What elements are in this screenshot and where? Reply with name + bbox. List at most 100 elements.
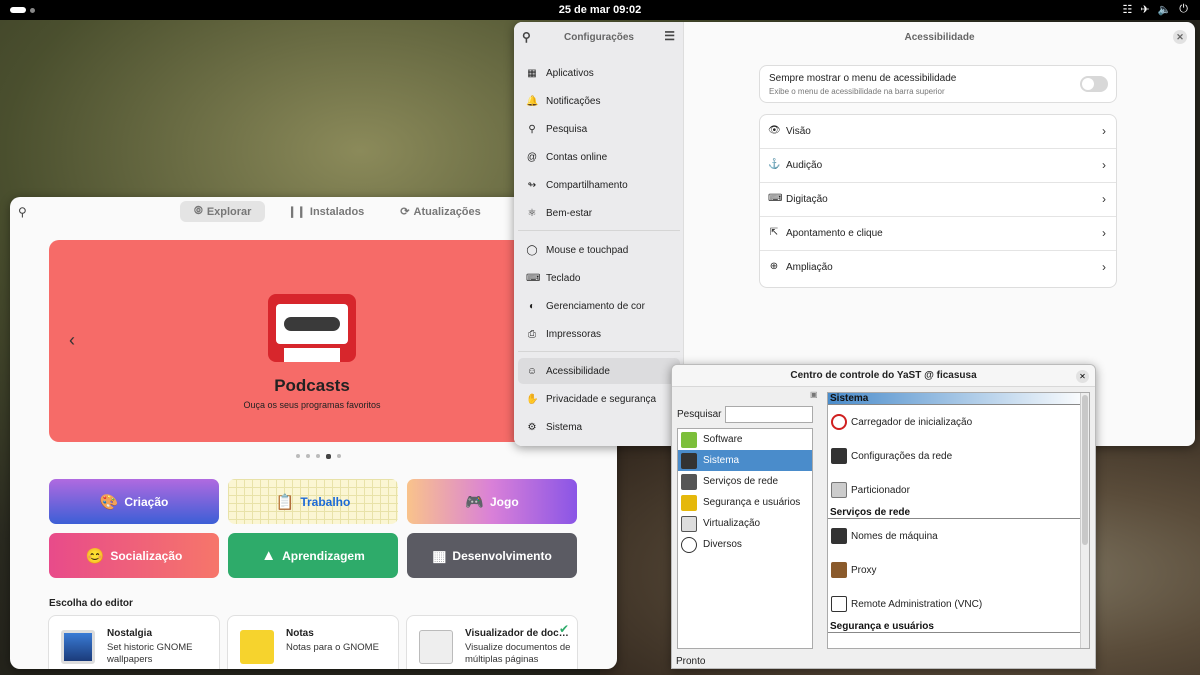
clock[interactable]: 25 de mar 09:02: [0, 4, 1200, 16]
color-icon: ◐: [528, 300, 536, 312]
app-card[interactable]: Nostalgia Set historic GNOME wallpapers: [49, 616, 219, 669]
banner-subtitle: Ouça os seus programas favoritos: [243, 400, 381, 410]
sidebar-item-notificacoes[interactable]: 🔔 Notificações: [518, 88, 680, 114]
search-icon: ⚲: [528, 123, 536, 135]
wellbeing-icon: ⚛: [527, 207, 537, 219]
group-software[interactable]: Software: [678, 429, 812, 450]
row-digitacao[interactable]: ⌨ Digitação ›: [760, 183, 1116, 217]
yast-window: Centro de controle do YaST @ ficasusa ✕ …: [671, 364, 1096, 669]
app-card[interactable]: Visualizador de doc… Visualize documento…: [407, 616, 577, 669]
row-ampliacao[interactable]: ⊕ Ampliação ›: [760, 251, 1116, 285]
monitor-icon: [61, 630, 95, 664]
category-aprendizagem[interactable]: ▲ Aprendizagem: [228, 533, 398, 578]
sidebar-item-pesquisa[interactable]: ⚲ Pesquisa: [518, 116, 680, 142]
close-icon[interactable]: ✕: [1076, 370, 1089, 383]
group-label: Segurança e usuários: [703, 497, 801, 508]
editor-apps: Nostalgia Set historic GNOME wallpapers …: [49, 616, 577, 669]
sidebar-item-label: Mouse e touchpad: [546, 244, 629, 256]
group-list: Software Sistema Serviços de rede Segura…: [677, 428, 813, 649]
row-audicao[interactable]: ⚓ Audição ›: [760, 149, 1116, 183]
status-bar: Pronto: [676, 656, 706, 667]
module-part[interactable]: Particionador: [828, 473, 1089, 507]
group-seguranca[interactable]: Segurança e usuários: [678, 492, 812, 513]
compass-icon: ⦾: [194, 205, 203, 217]
apps-icon: ▦: [527, 67, 537, 79]
software-icon: [681, 431, 697, 448]
sidebar-item-compartilhamento[interactable]: ↬ Compartilhamento: [518, 172, 680, 198]
settings-sidebar: ⚲ Configurações ☰ ▦ Aplicativos 🔔 Notifica…: [514, 22, 684, 446]
group-label: Virtualização: [703, 518, 761, 529]
category-trabalho[interactable]: 📋 Trabalho: [228, 479, 398, 524]
module-proxy[interactable]: Proxy: [828, 553, 1089, 587]
always-show-toggle[interactable]: [1080, 76, 1108, 92]
app-desc: Visualize documentos de múltiplas página…: [465, 642, 571, 665]
category-socializacao[interactable]: 😊 Socialização: [49, 533, 219, 578]
document-icon: 📋: [275, 493, 295, 511]
sidebar-item-mouse[interactable]: ◯ Mouse e touchpad: [518, 237, 680, 263]
close-icon[interactable]: ✕: [1173, 30, 1187, 44]
sidebar-item-label: Notificações: [546, 95, 601, 107]
network-services-icon: [681, 473, 697, 490]
group-diversos[interactable]: Diversos: [678, 534, 812, 555]
system-tray[interactable]: ☷ ✈ 🔈 ⏻: [1123, 3, 1189, 16]
pane-grip-icon[interactable]: ▣: [810, 390, 818, 399]
airplane-icon: ✈: [1140, 4, 1150, 16]
carousel-dots[interactable]: [296, 454, 341, 459]
row-visao[interactable]: 👁 Visão ›: [760, 115, 1116, 149]
scrollbar[interactable]: [1080, 393, 1089, 648]
sidebar-item-sistema[interactable]: ⚙ Sistema: [518, 414, 680, 440]
category-criacao[interactable]: 🎨 Criação: [49, 479, 219, 524]
sidebar-item-contas-online[interactable]: @ Contas online: [518, 144, 680, 170]
module-hostname[interactable]: Nomes de máquina: [828, 519, 1089, 553]
sidebar-item-privacidade[interactable]: ✋ Privacidade e segurança: [518, 386, 680, 412]
module-boot[interactable]: Carregador de inicialização: [828, 405, 1089, 439]
sidebar-item-teclado[interactable]: ⌨ Teclado: [518, 265, 680, 291]
share-icon: ↬: [527, 179, 537, 191]
category-jogo[interactable]: 🎮 Jogo: [407, 479, 577, 524]
sidebar-item-label: Acessibilidade: [546, 365, 610, 377]
group-virtualizacao[interactable]: Virtualização: [678, 513, 812, 534]
always-show-label: Sempre mostrar o menu de acessibilidade: [769, 73, 957, 84]
group-label: Diversos: [703, 539, 742, 550]
books-icon: ❙❙: [287, 206, 306, 218]
module-netcfg[interactable]: Configurações da rede: [828, 439, 1089, 473]
group-label: Sistema: [703, 455, 740, 466]
module-vnc[interactable]: Remote Administration (VNC): [828, 587, 1089, 621]
sidebar-item-acessibilidade[interactable]: ☺ Acessibilidade: [518, 358, 680, 384]
app-name: Nostalgia: [107, 628, 153, 639]
menu-icon[interactable]: ☰: [664, 29, 675, 43]
system-icon: [681, 452, 697, 469]
palette-icon: 🎨: [99, 493, 119, 511]
printer-icon: ⎙: [528, 328, 536, 340]
lock-icon: [681, 494, 697, 511]
category-label: Criação: [124, 494, 169, 509]
module-label: Nomes de máquina: [851, 530, 938, 542]
sidebar-item-impressoras[interactable]: ⎙ Impressoras: [518, 321, 680, 347]
module-label: Particionador: [851, 484, 910, 496]
tab-instalados[interactable]: ❙❙ Instalados: [273, 201, 378, 222]
tab-atualizacoes[interactable]: ⟳ Atualizações: [386, 201, 494, 222]
module-label: Carregador de inicialização: [851, 416, 973, 428]
group-servicos-rede[interactable]: Serviços de rede: [678, 471, 812, 492]
search-input[interactable]: [725, 406, 813, 423]
chevron-left-icon[interactable]: ‹: [69, 330, 75, 351]
group-sistema[interactable]: Sistema: [678, 450, 812, 471]
bell-icon: 🔔: [526, 95, 539, 107]
sidebar-item-label: Pesquisa: [546, 123, 588, 135]
search-icon[interactable]: ⚲: [18, 205, 27, 219]
sidebar-item-aplicativos[interactable]: ▦ Aplicativos: [518, 60, 680, 86]
row-apontamento[interactable]: ⇱ Apontamento e clique ›: [760, 217, 1116, 251]
app-desc: Notas para o GNOME: [286, 642, 379, 653]
smiley-icon: 😊: [85, 547, 105, 565]
tab-explorar[interactable]: ⦾ Explorar: [180, 201, 266, 222]
sidebar-item-label: Aplicativos: [546, 67, 594, 79]
app-name: Notas: [286, 628, 314, 639]
sidebar-item-bem-estar[interactable]: ⚛ Bem-estar: [518, 200, 680, 226]
app-card[interactable]: Notas Notas para o GNOME: [228, 616, 398, 669]
zoom-icon: ⊕: [769, 261, 779, 272]
sidebar-item-label: Gerenciamento de cor: [546, 300, 645, 312]
section-sistema: Sistema: [828, 393, 1089, 405]
refresh-icon: ⟳: [400, 206, 410, 218]
category-desenvolvimento[interactable]: ▦ Desenvolvimento: [407, 533, 577, 578]
sidebar-item-cor[interactable]: ◐ Gerenciamento de cor: [518, 293, 680, 319]
